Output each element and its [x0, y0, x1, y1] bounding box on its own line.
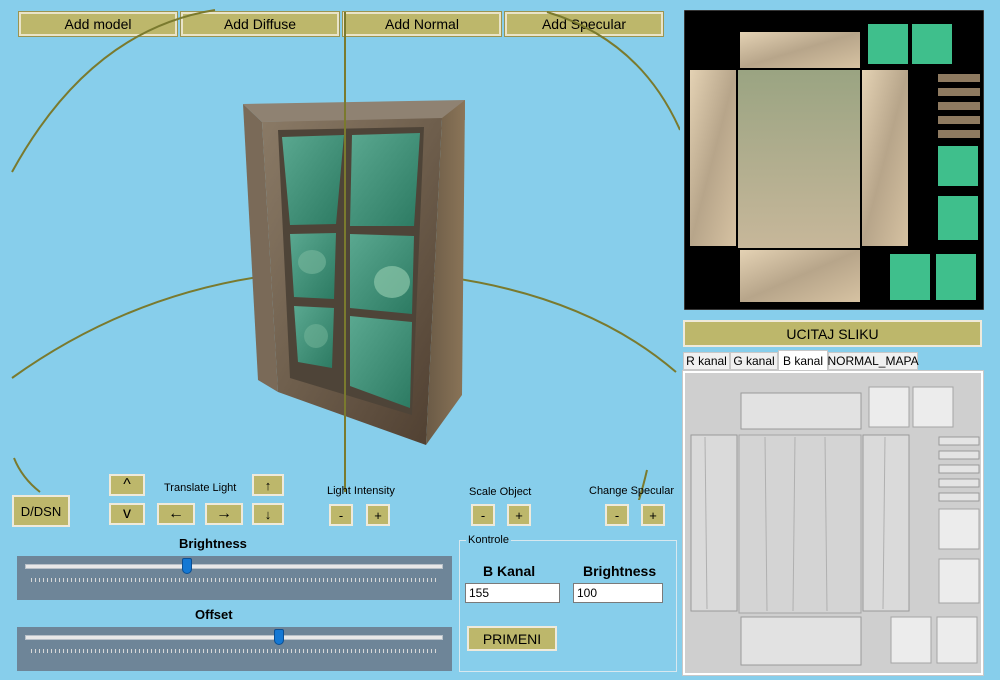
- scale-minus-button[interactable]: -: [471, 504, 495, 526]
- window-model: [243, 100, 465, 445]
- light-right-button[interactable]: →: [205, 503, 243, 525]
- kontrole-brightness-input[interactable]: 100: [573, 583, 663, 603]
- orbit-arc: [546, 11, 680, 131]
- channel-panel: [682, 370, 984, 676]
- scale-object-label: Scale Object: [469, 486, 532, 498]
- kontrole-brightness-label: Brightness: [583, 563, 657, 579]
- light-intensity-minus-button[interactable]: -: [329, 504, 353, 526]
- diffuse-texture-preview: [684, 10, 984, 310]
- light-intensity-label: Light Intensity: [327, 485, 395, 497]
- change-specular-label: Change Specular: [589, 485, 675, 497]
- light-down-button[interactable]: ↓: [252, 503, 284, 525]
- light-up-button[interactable]: ↑: [252, 474, 284, 496]
- light-forward-button[interactable]: ^: [109, 474, 145, 496]
- tab-g-kanal[interactable]: G kanal: [730, 352, 778, 370]
- viewport-3d[interactable]: [0, 0, 680, 500]
- channel-preview-image: [685, 373, 981, 673]
- light-left-button[interactable]: ←: [157, 503, 195, 525]
- ucitaj-sliku-button[interactable]: UCITAJ SLIKU: [683, 320, 982, 347]
- specular-plus-button[interactable]: +: [641, 504, 665, 526]
- light-intensity-plus-button[interactable]: +: [366, 504, 390, 526]
- translate-light-label: Translate Light: [164, 482, 237, 494]
- kontrole-title: Kontrole: [466, 534, 511, 546]
- brightness-slider-thumb[interactable]: [182, 558, 193, 574]
- orbit-arc: [13, 457, 41, 493]
- tab-r-kanal[interactable]: R kanal: [683, 352, 730, 370]
- light-back-button[interactable]: v: [109, 503, 145, 525]
- offset-slider-thumb[interactable]: [273, 629, 284, 645]
- tab-normal-mapa[interactable]: NORMAL_MAPA: [827, 352, 919, 370]
- offset-slider[interactable]: [17, 627, 452, 671]
- b-kanal-input[interactable]: 155: [465, 583, 560, 603]
- offset-slider-label: Offset: [195, 607, 233, 622]
- ddsn-button[interactable]: D/DSN: [12, 495, 70, 527]
- kontrole-group: [459, 540, 677, 672]
- brightness-slider[interactable]: [17, 556, 452, 600]
- tab-b-kanal[interactable]: B kanal: [778, 350, 828, 370]
- primeni-button[interactable]: PRIMENI: [467, 626, 557, 651]
- orbit-arc: [11, 9, 216, 173]
- specular-minus-button[interactable]: -: [605, 504, 629, 526]
- scale-plus-button[interactable]: +: [507, 504, 531, 526]
- brightness-slider-label: Brightness: [179, 536, 247, 551]
- b-kanal-label: B Kanal: [483, 563, 536, 579]
